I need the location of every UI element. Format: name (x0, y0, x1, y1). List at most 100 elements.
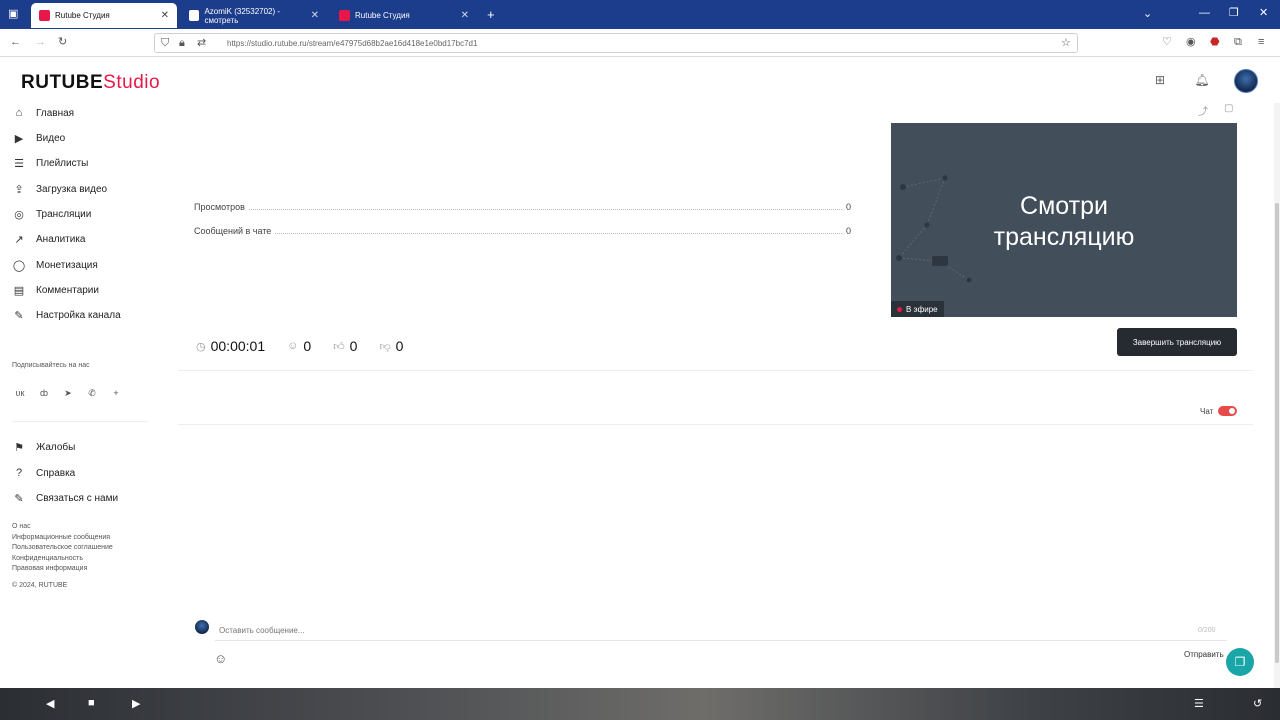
viewer-icon: ☺ (287, 340, 299, 352)
sidebar-item-label: Монетизация (36, 259, 98, 271)
lock-icon[interactable]: 🔒︎ (179, 38, 185, 49)
sidebar-item-analytics[interactable]: ↗ Аналитика (12, 229, 86, 249)
chat-toggle-label: Чат (1200, 407, 1214, 416)
end-stream-button[interactable]: Завершить трансляцию (1117, 328, 1237, 356)
sidebar-item-video[interactable]: ▶ Видео (12, 128, 65, 148)
taskbar-left-arrow-icon[interactable]: ◀ (46, 697, 54, 710)
expand-icon[interactable]: ▢ (1224, 103, 1233, 114)
preview-title: Смотри трансляцию (891, 191, 1237, 254)
pocket-icon[interactable]: ♡ (1162, 37, 1172, 48)
send-button[interactable]: Отправить (1184, 650, 1224, 659)
adblock-icon[interactable]: ⬣ (1210, 37, 1220, 48)
sidebar-item-broadcasts[interactable]: ◎ Трансляции (12, 204, 91, 224)
analytics-icon: ↗ (14, 233, 24, 246)
back-icon[interactable]: ← (10, 37, 21, 48)
home-icon: ⌂ (15, 107, 23, 119)
sidebar-item-label: Аналитика (36, 233, 86, 245)
new-tab-icon[interactable]: + (487, 8, 495, 21)
forward-icon[interactable]: → (35, 37, 46, 48)
close-icon[interactable]: ✕ (461, 10, 469, 21)
sidebar-item-home[interactable]: ⌂ Главная (12, 103, 74, 123)
taskbar-settings-icon[interactable]: ☰ (1194, 697, 1204, 710)
support-chat-button[interactable]: ❐ (1226, 648, 1254, 676)
user-avatar[interactable] (1234, 69, 1258, 93)
scrollbar-thumb[interactable] (1275, 203, 1279, 663)
url-text: https://studio.rutube.ru/stream/e47975d6… (227, 38, 478, 48)
viber-icon[interactable]: ✆ (85, 386, 99, 400)
permissions-icon[interactable]: ⇄ (197, 38, 206, 49)
notifications-icon[interactable]: 🔔︎ (1192, 70, 1212, 90)
live-dot-icon (897, 306, 902, 312)
os-taskbar: ◀ ■ ▶ ☰ ↺ (0, 688, 1280, 720)
sidebar-item-label: Связаться с нами (36, 492, 119, 504)
close-window-icon[interactable]: ✕ (1259, 8, 1268, 19)
stat-dots (275, 228, 842, 234)
upload-icon: ⇪ (14, 183, 24, 196)
close-icon[interactable]: ✕ (311, 10, 319, 21)
taskbar-right-arrow-icon[interactable]: ▶ (132, 697, 140, 710)
minimize-icon[interactable]: — (1199, 8, 1210, 19)
footer-link-privacy[interactable]: Конфиденциальность (12, 555, 83, 562)
flag-icon: ⚑ (14, 441, 24, 454)
sidebar-item-comments[interactable]: ▤ Комментарии (12, 280, 99, 300)
vk-icon[interactable]: ʋк (13, 386, 27, 400)
chat-message-input[interactable] (215, 621, 1227, 641)
shield-icon[interactable]: ⛉ (161, 38, 169, 49)
taskbar-history-icon[interactable]: ↺ (1253, 697, 1262, 710)
sidebar-item-label: Загрузка видео (36, 183, 108, 195)
more-icon[interactable]: + (109, 386, 123, 400)
main-content: ⤴ ▢ Просмотров 0 Сообщений в чате 0 Смот… (178, 103, 1254, 688)
likes-value: 0 (349, 338, 358, 354)
sidebar-item-playlists[interactable]: ☰ Плейлисты (12, 153, 88, 173)
browser-tab-3[interactable]: Rutube Студия ✕ (331, 3, 477, 28)
video-icon: ▶ (14, 132, 24, 145)
sidebar-item-label: Настройка канала (36, 309, 121, 321)
metric-dislikes: 👎︎ 0 (379, 338, 403, 354)
page-scrollbar[interactable] (1274, 103, 1280, 688)
copyright: © 2024, RUTUBE (12, 582, 68, 589)
extension-icon[interactable]: ◉ (1186, 37, 1196, 48)
footer-link-agreement[interactable]: Пользовательское соглашение (12, 544, 113, 551)
close-icon[interactable]: ✕ (161, 10, 169, 21)
logo-main-text: RUTUBE (21, 72, 104, 93)
footer-link-legal[interactable]: Правовая информация (12, 565, 87, 572)
metric-viewers: ☺ 0 (287, 338, 311, 354)
preview-title-line1: Смотри (1020, 192, 1108, 220)
share-icon[interactable]: ⤴ (1198, 103, 1208, 118)
maximize-icon[interactable]: ❐ (1229, 8, 1239, 19)
browser-tab-2[interactable]: AzomiK (32532702) - смотреть ✕ (181, 3, 327, 28)
rutube-favicon (39, 10, 50, 21)
create-icon[interactable]: ⊞ (1150, 70, 1170, 90)
sidebar-item-complaints[interactable]: ⚑ Жалобы (12, 437, 75, 457)
chat-toggle[interactable] (1218, 406, 1237, 416)
stat-chat-messages: Сообщений в чате 0 (194, 225, 851, 237)
chat-header: Чат (178, 381, 1253, 425)
money-icon: ◯ (12, 259, 26, 272)
footer-link-about[interactable]: О нас (12, 523, 31, 530)
sidebar-item-upload[interactable]: ⇪ Загрузка видео (12, 179, 107, 199)
tab-actions-icon[interactable]: ▣ (8, 9, 18, 20)
broadcast-icon: ◎ (14, 208, 24, 221)
reload-icon[interactable]: ↻ (58, 37, 67, 48)
chevron-down-icon[interactable]: ⌄ (1143, 9, 1152, 20)
sidebar-item-help[interactable]: ? Справка (12, 463, 75, 483)
browser-tab-1[interactable]: Rutube Студия ✕ (31, 3, 177, 28)
char-counter: 0/200 (1198, 627, 1216, 634)
telegram-icon[interactable]: ➤ (61, 386, 75, 400)
stream-preview[interactable]: Смотри трансляцию В эфире (891, 123, 1237, 317)
ok-icon[interactable]: ȸ (37, 386, 51, 400)
extensions-icon[interactable]: ⧉ (1234, 37, 1242, 48)
sidebar-item-contact[interactable]: ✎ Связаться с нами (12, 488, 118, 508)
sidebar-item-monetization[interactable]: ◯ Монетизация (12, 255, 98, 275)
browser-nav-bar: ← → ↻ ⛉ 🔒︎ ⇄ https://studio.rutube.ru/st… (0, 29, 1280, 57)
menu-icon[interactable]: ≡ (1258, 37, 1264, 48)
rutube-studio-logo[interactable]: RUTUBEStudio (21, 72, 160, 94)
emoji-icon[interactable]: ☺ (214, 651, 227, 666)
sidebar-item-channel-settings[interactable]: ✎ Настройка канала (12, 305, 121, 325)
footer-link-info[interactable]: Информационные сообщения (12, 534, 110, 541)
address-bar[interactable]: ⛉ 🔒︎ ⇄ https://studio.rutube.ru/stream/e… (154, 33, 1078, 53)
bookmark-star-icon[interactable]: ☆ (1061, 38, 1071, 49)
sidebar-item-label: Трансляции (36, 208, 92, 220)
taskbar-window-icon[interactable]: ■ (88, 697, 95, 709)
stat-value: 0 (845, 202, 851, 212)
